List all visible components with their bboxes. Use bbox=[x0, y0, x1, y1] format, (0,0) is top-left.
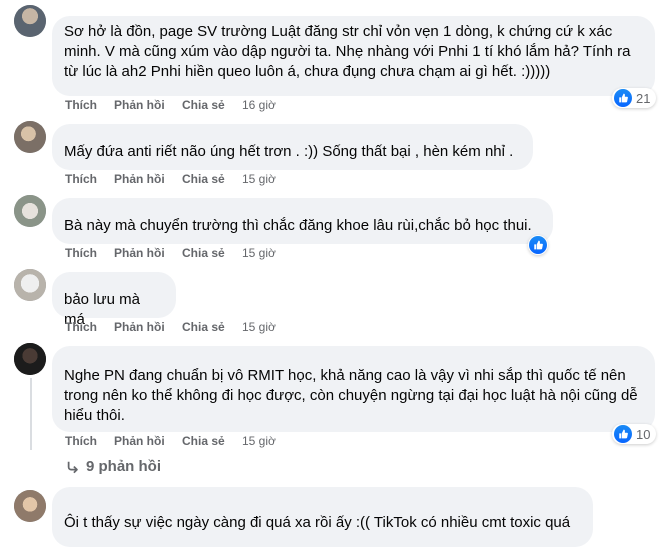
reply-button[interactable]: Phản hồi bbox=[114, 319, 182, 335]
thread-line bbox=[30, 378, 32, 450]
comment-text: Bà này mà chuyển trường thì chắc đăng kh… bbox=[64, 217, 532, 234]
avatar[interactable] bbox=[14, 195, 46, 227]
avatar[interactable] bbox=[14, 121, 46, 153]
share-button[interactable]: Chia sẻ bbox=[182, 319, 242, 335]
reply-button[interactable]: Phản hồi bbox=[114, 171, 182, 187]
reply-button[interactable]: Phản hồi bbox=[114, 97, 182, 113]
avatar[interactable] bbox=[14, 5, 46, 37]
comment-actions: Thích Phản hồi Chia sẻ 15 giờ bbox=[65, 433, 276, 449]
like-button[interactable]: Thích bbox=[65, 171, 114, 187]
reaction-count[interactable]: 21 bbox=[612, 88, 657, 108]
like-button[interactable]: Thích bbox=[65, 433, 114, 449]
reply-button[interactable]: Phản hồi bbox=[114, 433, 182, 449]
like-reaction-icon bbox=[614, 89, 632, 107]
comment-text: Sơ hở là đồn, page SV trường Luật đăng s… bbox=[64, 23, 635, 80]
reaction-count[interactable] bbox=[528, 235, 548, 255]
reaction-count-value: 10 bbox=[636, 426, 651, 442]
comment-bubble: bảo lưu mà má bbox=[52, 272, 176, 328]
timestamp[interactable]: 15 giờ bbox=[242, 171, 276, 187]
reply-arrow-icon bbox=[67, 461, 78, 474]
avatar[interactable] bbox=[14, 490, 46, 522]
share-button[interactable]: Chia sẻ bbox=[182, 97, 242, 113]
comment-bubble: Nghe PN đang chuẩn bị vô RMIT học, khả n… bbox=[52, 346, 655, 432]
comment-actions: Thích Phản hồi Chia sẻ 15 giờ bbox=[65, 319, 276, 335]
like-button[interactable]: Thích bbox=[65, 319, 114, 335]
avatar[interactable] bbox=[14, 269, 46, 301]
share-button[interactable]: Chia sẻ bbox=[182, 245, 242, 261]
comment-bubble: Ôi t thấy sự việc ngày càng đi quá xa rồ… bbox=[52, 487, 593, 547]
comment-bubble: Bà này mà chuyển trường thì chắc đăng kh… bbox=[52, 198, 553, 244]
comment-actions: Thích Phản hồi Chia sẻ 15 giờ bbox=[65, 171, 276, 187]
avatar[interactable] bbox=[14, 343, 46, 375]
comment-actions: Thích Phản hồi Chia sẻ 15 giờ bbox=[65, 245, 276, 261]
like-reaction-icon bbox=[529, 236, 547, 254]
reaction-count-value: 21 bbox=[636, 90, 651, 106]
timestamp[interactable]: 15 giờ bbox=[242, 433, 276, 449]
comment-text: Ôi t thấy sự việc ngày càng đi quá xa rồ… bbox=[64, 514, 571, 531]
share-button[interactable]: Chia sẻ bbox=[182, 171, 242, 187]
comment-bubble: Sơ hở là đồn, page SV trường Luật đăng s… bbox=[52, 16, 655, 96]
timestamp[interactable]: 15 giờ bbox=[242, 245, 276, 261]
comment-text: Nghe PN đang chuẩn bị vô RMIT học, khả n… bbox=[64, 367, 642, 424]
reply-button[interactable]: Phản hồi bbox=[114, 245, 182, 261]
share-button[interactable]: Chia sẻ bbox=[182, 433, 242, 449]
timestamp[interactable]: 15 giờ bbox=[242, 319, 276, 335]
comment-actions: Thích Phản hồi Chia sẻ 16 giờ bbox=[65, 97, 276, 113]
reaction-count[interactable]: 10 bbox=[612, 424, 657, 444]
like-button[interactable]: Thích bbox=[65, 245, 114, 261]
like-button[interactable]: Thích bbox=[65, 97, 114, 113]
view-replies-link[interactable]: 9 phản hồi bbox=[66, 458, 161, 476]
comment-bubble: Mấy đứa anti riết não úng hết trơn . :))… bbox=[52, 124, 533, 170]
like-reaction-icon bbox=[614, 425, 632, 443]
timestamp[interactable]: 16 giờ bbox=[242, 97, 276, 113]
comment-text: Mấy đứa anti riết não úng hết trơn . :))… bbox=[64, 143, 514, 160]
replies-count: 9 phản hồi bbox=[86, 458, 161, 475]
